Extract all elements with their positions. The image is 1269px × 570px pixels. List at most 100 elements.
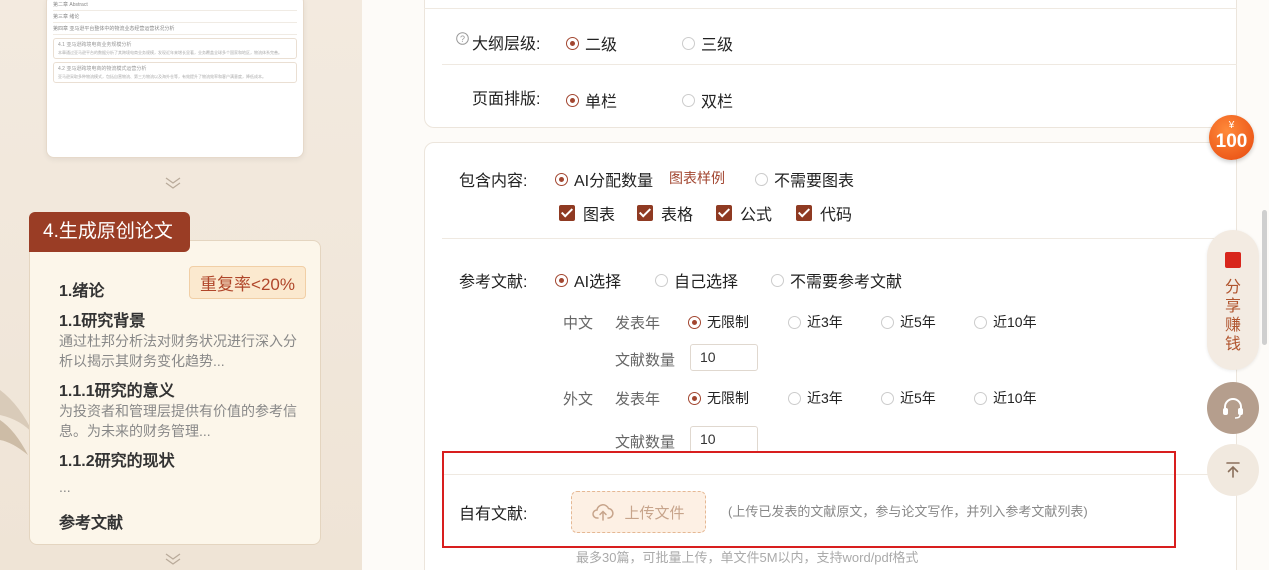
radio-outline-level-2[interactable]: 二级 [566,31,617,55]
checkbox-label: 图表 [583,207,616,224]
preview-line: 第四章 亚马逊平台整体中的物流业态经营运营状况分析 [53,23,297,35]
upload-file-button[interactable]: 上传文件 [571,491,706,533]
radio-label: 不需要图表 [774,173,855,190]
chart-sample-link[interactable]: 图表样例 [669,168,725,188]
preview-section: 4.2 亚马逊跨境电商的物流模式运营分析 亚马逊采取多种物流模式，包括自营物流、… [53,62,297,83]
radio-label: 近3年 [807,314,843,330]
radio-fr-year-10[interactable]: 近10年 [974,388,1037,408]
share-char: 钱 [1224,336,1241,353]
share-char: 享 [1224,298,1241,315]
arrow-up-icon [1226,462,1240,478]
divider [442,64,1237,65]
own-refs-label: 自有文献: [459,506,528,523]
checkbox-label: 表格 [661,207,694,224]
radio-label: 近5年 [900,390,936,406]
radio-layout-single[interactable]: 单栏 [566,88,617,112]
divider [424,8,1237,9]
headset-icon [1223,398,1243,419]
checkbox-table[interactable]: 表格 [637,201,693,225]
radio-layout-double[interactable]: 双栏 [682,88,733,112]
outline-heading: 参考文献 [59,515,124,532]
chinese-count-label: 文献数量 [615,352,676,369]
radio-label: 自己选择 [674,274,739,291]
outline-heading: 1.1.1研究的意义 [59,383,175,400]
radio-ref-self[interactable]: 自己选择 [655,268,738,292]
preview-subtitle: 4.2 亚马逊跨境电商的物流模式运营分析 [58,66,147,72]
outline-paragraph: 为投资者和管理层提供有价值的参考信息。为未来的财务管理... [59,403,297,439]
foreign-year-label: 发表年 [615,391,661,408]
share-earn-button[interactable]: 分 享 赚 钱 [1207,230,1259,370]
svg-text:?: ? [460,34,465,44]
upload-limit-text: 最多30篇，可批量上传，单文件5M以内，支持word/pdf格式 [576,550,919,565]
paper-outline-card: 重复率<20% 1.绪论 1.1研究背景 通过杜邦分析法对财务状况进行深入分析以… [29,240,321,545]
chevron-down-icon [163,176,183,193]
page-layout-label: 页面排版: [472,91,541,108]
foreign-count-input[interactable]: 10 [690,426,758,453]
radio-cn-year-10[interactable]: 近10年 [974,312,1037,332]
duplicate-rate-badge: 重复率<20% [189,266,306,299]
divider [442,238,1237,239]
back-to-top-button[interactable] [1207,444,1259,496]
preview-section: 4.1 亚马逊跨境电商业务规模分析 本章通过亚马逊平台的数据分析了其跨境电商业务… [53,38,297,59]
customer-support-button[interactable] [1207,382,1259,434]
chinese-year-label: 发表年 [615,315,661,332]
preview-subtitle: 4.1 亚马逊跨境电商业务规模分析 [58,42,132,48]
help-icon[interactable]: ? [456,32,469,45]
radio-label: AI选择 [574,274,622,291]
outline-heading: 1.1.2研究的现状 [59,453,175,470]
checkbox-formula[interactable]: 公式 [716,201,772,225]
outline-heading: 1.绪论 [59,283,105,300]
checkbox-label: 公式 [740,207,773,224]
radio-ref-ai[interactable]: AI选择 [555,268,621,292]
radio-cn-year-5[interactable]: 近5年 [881,312,936,332]
preview-line: 第二章 Abstract [53,0,297,11]
radio-outline-level-3[interactable]: 三级 [682,31,733,55]
chinese-count-input[interactable]: 10 [690,344,758,371]
main-panel: ? 大纲层级: 二级 三级 页面排版: 单栏 双栏 包含内容: AI分配数量 图… [362,0,1269,570]
scrollbar[interactable] [1262,210,1267,345]
share-char: 分 [1224,279,1241,296]
coupon-badge[interactable]: ¥ 100 [1209,115,1254,160]
upload-hint: (上传已发表的文献原文，参与论文写作，并列入参考文献列表) [728,504,1088,519]
coupon-value: 100 [1215,131,1248,152]
radio-label: 三级 [701,37,734,54]
radio-no-charts[interactable]: 不需要图表 [755,167,854,191]
foreign-label: 外文 [563,391,594,408]
radio-label: 单栏 [585,94,618,111]
radio-label: 近5年 [900,314,936,330]
radio-fr-year-5[interactable]: 近5年 [881,388,936,408]
preview-paragraph: 本章通过亚马逊平台的数据分析了其跨境电商业务规模，发现近年来增长显著，业务覆盖全… [58,50,282,55]
outline-level-label: 大纲层级: [472,36,541,53]
checkbox-label: 代码 [820,207,853,224]
radio-label: 近10年 [993,390,1037,406]
radio-label: AI分配数量 [574,173,654,190]
include-content-label: 包含内容: [459,173,528,190]
chevron-down-icon [163,552,183,569]
chinese-label: 中文 [563,315,594,332]
preview-paragraph: 亚马逊采取多种物流模式，包括自营物流、第三方物流以及海外仓等，有效提升了物流效率… [58,74,266,79]
radio-ai-allocate[interactable]: AI分配数量 [555,167,653,191]
outline-paragraph: 通过杜邦分析法对财务状况进行深入分析以揭示其财务变化趋势... [59,333,297,369]
gift-icon [1225,252,1241,268]
radio-ref-none[interactable]: 不需要参考文献 [771,268,902,292]
radio-label: 近3年 [807,390,843,406]
step-title: 4.生成原创论文 [29,212,190,252]
foreign-count-label: 文献数量 [615,434,676,451]
radio-label: 近10年 [993,314,1037,330]
highlight-box [442,451,1176,548]
coupon-currency: ¥ [1228,120,1235,131]
radio-fr-year-3[interactable]: 近3年 [788,388,843,408]
outline-ellipsis: ... [59,479,71,495]
references-label: 参考文献: [459,274,528,291]
radio-label: 不需要参考文献 [790,274,903,291]
radio-cn-year-unlimited[interactable]: 无限制 [688,312,749,332]
radio-label: 无限制 [707,314,749,330]
cloud-upload-icon [592,504,615,521]
radio-fr-year-unlimited[interactable]: 无限制 [688,388,749,408]
radio-label: 二级 [585,37,618,54]
checkbox-figure[interactable]: 图表 [559,201,615,225]
checkbox-code[interactable]: 代码 [796,201,852,225]
preview-line: 第三章 绪论 [53,11,297,23]
radio-cn-year-3[interactable]: 近3年 [788,312,843,332]
left-panel: 第二章 Abstract 第三章 绪论 第四章 亚马逊平台整体中的物流业态经营运… [0,0,362,570]
